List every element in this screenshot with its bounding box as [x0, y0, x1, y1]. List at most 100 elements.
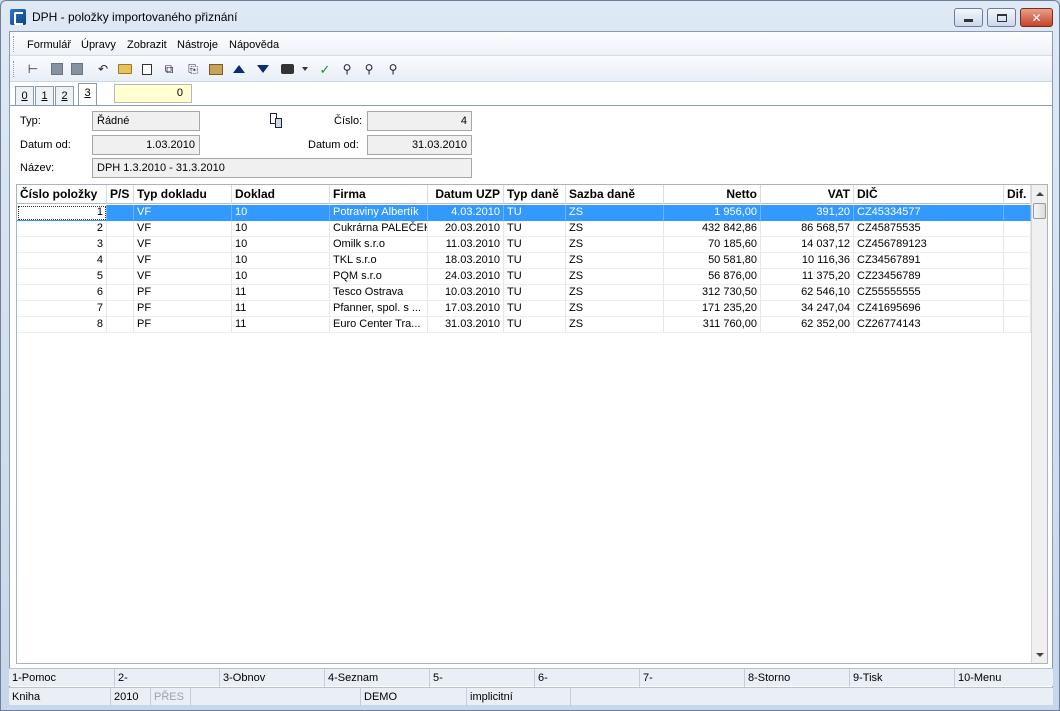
table-cell: 2 — [17, 221, 107, 237]
menu-napoveda[interactable]: Nápověda — [229, 39, 279, 51]
new-document-icon[interactable] — [138, 60, 156, 78]
fkey-4[interactable]: 4-Seznam — [324, 669, 429, 687]
find-next-icon[interactable]: ⚲ — [360, 60, 378, 78]
datum-od-label: Datum od: — [20, 139, 71, 151]
tab-number-field[interactable]: 0 — [114, 84, 192, 103]
tab-2[interactable]: 2 — [55, 86, 74, 106]
table-cell: TU — [504, 205, 566, 221]
table-cell: 3 — [17, 237, 107, 253]
tab-1[interactable]: 1 — [35, 86, 54, 106]
scroll-up-button[interactable] — [1032, 185, 1047, 202]
col-dif[interactable]: Dif. — [1004, 185, 1031, 204]
table-cell: CZ41695696 — [854, 301, 1004, 317]
table-cell: 8 — [17, 317, 107, 333]
col-typ-dokladu[interactable]: Typ dokladu — [134, 185, 232, 204]
table-cell: VF — [134, 205, 232, 221]
table-cell: 1 956,00 — [664, 205, 761, 221]
table-row[interactable]: 4 VF 10 TKL s.r.o 18.03.2010 TU ZS 50 581,80 10 … — [17, 253, 1031, 269]
items-table[interactable]: Číslo položky P/S Typ dokladu Doklad Fir… — [16, 184, 1048, 664]
arrow-down-icon[interactable] — [254, 60, 272, 78]
save-icon[interactable] — [48, 60, 66, 78]
typ-field[interactable]: Řádné — [92, 111, 200, 131]
datum-od-field[interactable]: 1.03.2010 — [92, 135, 200, 155]
table-cell — [1004, 269, 1031, 285]
undo-icon[interactable]: ↶ — [94, 60, 112, 78]
table-cell: 11 — [232, 301, 330, 317]
fkey-8[interactable]: 8-Storno — [744, 669, 849, 687]
col-cislo-polozky[interactable]: Číslo položky — [17, 185, 107, 204]
table-cell: 311 760,00 — [664, 317, 761, 333]
table-row[interactable]: 3 VF 10 Omilk s.r.o 11.03.2010 TU ZS 70 185,60 1… — [17, 237, 1031, 253]
col-datum-uzp[interactable]: Datum UZP — [428, 185, 504, 204]
menu-upravy[interactable]: Úpravy — [81, 39, 116, 51]
tree-icon[interactable]: ⊢ — [24, 60, 42, 78]
cislo-field[interactable]: 4 — [367, 111, 472, 131]
col-typ-dane[interactable]: Typ daně — [504, 185, 566, 204]
fkey-6[interactable]: 6- — [534, 669, 639, 687]
copy-record-icon[interactable] — [269, 113, 283, 129]
maximize-button[interactable] — [987, 8, 1016, 27]
copy-icon[interactable]: ⧉ — [160, 60, 178, 78]
menu-nastroje[interactable]: Nástroje — [177, 39, 218, 51]
close-button[interactable]: ✕ — [1020, 8, 1053, 27]
minimize-button[interactable] — [954, 8, 983, 27]
datum-do-field[interactable]: 31.03.2010 — [367, 135, 472, 155]
table-cell: CZ45334577 — [854, 205, 1004, 221]
datum-do-label: Datum od: — [308, 139, 359, 151]
fkey-9[interactable]: 9-Tisk — [849, 669, 954, 687]
table-cell: CZ456789123 — [854, 237, 1004, 253]
table-cell: TU — [504, 269, 566, 285]
table-row[interactable]: 2 VF 10 Cukrárna PALEČEK 20.03.2010 TU ZS 432 8… — [17, 221, 1031, 237]
table-cell: PF — [134, 301, 232, 317]
table-header: Číslo položky P/S Typ dokladu Doklad Fir… — [17, 185, 1031, 204]
table-row[interactable]: 7 PF 11 Pfanner, spol. s ... 17.03.2010 TU ZS 1… — [17, 301, 1031, 317]
fkey-10[interactable]: 10-Menu — [954, 669, 1053, 687]
table-cell: Potraviny Albertík — [330, 205, 428, 221]
menu-formular[interactable]: Formulář — [27, 39, 71, 51]
menu-grip[interactable] — [13, 36, 16, 52]
nazev-label: Název: — [20, 162, 55, 174]
table-cell: 7 — [17, 301, 107, 317]
status-empty — [191, 688, 361, 706]
table-row[interactable]: 6 PF 11 Tesco Ostrava 10.03.2010 TU ZS 312 730,… — [17, 285, 1031, 301]
col-dic[interactable]: DIČ — [854, 185, 1004, 204]
col-doklad[interactable]: Doklad — [232, 185, 330, 204]
book-icon[interactable] — [207, 60, 225, 78]
table-cell: ZS — [566, 253, 664, 269]
check-icon[interactable]: ✓ — [316, 60, 334, 78]
fkey-7[interactable]: 7- — [639, 669, 744, 687]
scroll-down-button[interactable] — [1032, 646, 1047, 663]
col-sazba-dane[interactable]: Sazba daně — [566, 185, 664, 204]
col-ps[interactable]: P/S — [107, 185, 134, 204]
table-cell: TU — [504, 285, 566, 301]
open-folder-icon[interactable] — [116, 60, 134, 78]
col-vat[interactable]: VAT — [761, 185, 854, 204]
fkey-5[interactable]: 5- — [429, 669, 534, 687]
fkey-2[interactable]: 2- — [114, 669, 219, 687]
save-as-icon[interactable] — [68, 60, 86, 78]
fkey-3[interactable]: 3-Obnov — [219, 669, 324, 687]
table-row[interactable]: 8 PF 11 Euro Center Tra... 31.03.2010 TU ZS 311… — [17, 317, 1031, 333]
fkey-1[interactable]: 1-Pomoc — [9, 669, 114, 687]
arrow-up-icon[interactable] — [230, 60, 248, 78]
toolbar-grip[interactable] — [13, 61, 16, 77]
nazev-field[interactable]: DPH 1.3.2010 - 31.3.2010 — [92, 158, 472, 178]
table-row[interactable]: 1 VF 10 Potraviny Albertík 4.03.2010 TU ZS 1 95… — [17, 205, 1031, 221]
menu-zobrazit[interactable]: Zobrazit — [127, 39, 167, 51]
binoculars-icon[interactable]: ⚲ — [338, 60, 356, 78]
col-firma[interactable]: Firma — [330, 185, 428, 204]
dropdown-arrow-icon[interactable] — [296, 60, 314, 78]
scroll-thumb[interactable] — [1033, 203, 1046, 219]
table-cell: 34 247,04 — [761, 301, 854, 317]
title-bar[interactable]: DPH - položky importovaného přiznání ✕ — [1, 1, 1059, 31]
tab-0[interactable]: 0 — [15, 86, 34, 106]
table-cell — [107, 317, 134, 333]
paste-icon[interactable]: ⎘ — [184, 60, 202, 78]
table-row[interactable]: 5 VF 10 PQM s.r.o 24.03.2010 TU ZS 56 876,00 11 … — [17, 269, 1031, 285]
find-replace-icon[interactable]: ⚲ — [384, 60, 402, 78]
camera-icon[interactable] — [278, 60, 296, 78]
col-netto[interactable]: Netto — [664, 185, 761, 204]
table-cell: CZ26774143 — [854, 317, 1004, 333]
tab-3[interactable]: 3 — [78, 83, 97, 106]
vertical-scrollbar[interactable] — [1031, 185, 1047, 663]
